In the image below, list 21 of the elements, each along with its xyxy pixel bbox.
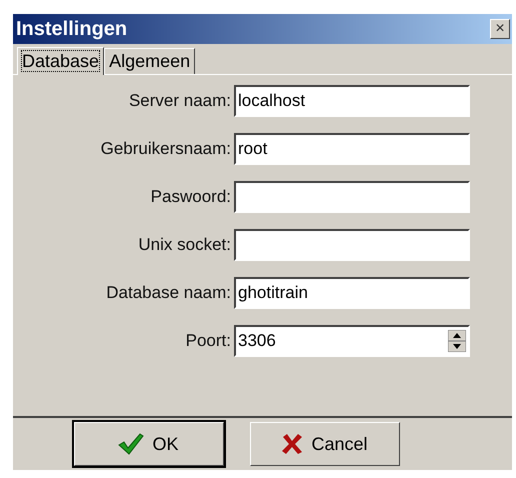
- window-title: Instellingen: [16, 18, 128, 40]
- spin-field[interactable]: 3306: [234, 325, 470, 357]
- checkmark-icon: [118, 433, 144, 455]
- input-field[interactable]: localhost: [234, 85, 470, 117]
- input-field[interactable]: ghotitrain: [234, 277, 470, 309]
- input-field[interactable]: [234, 181, 470, 213]
- tab[interactable]: Database: [17, 47, 104, 75]
- cancel-button[interactable]: Cancel: [250, 422, 400, 466]
- ok-button[interactable]: OK: [74, 422, 224, 466]
- x-icon: [281, 433, 304, 455]
- field-label: Unix socket:: [137, 235, 232, 255]
- close-button[interactable]: ×: [490, 19, 510, 39]
- input-field[interactable]: root: [234, 133, 470, 165]
- field-label: Paswoord:: [150, 187, 232, 207]
- field-label: Database naam:: [105, 283, 232, 303]
- field-label: Server naam:: [128, 91, 232, 111]
- spin-arrows-icon[interactable]: [448, 330, 466, 352]
- input-field[interactable]: [234, 229, 470, 261]
- field-label: Poort:: [184, 331, 232, 351]
- field-label: Gebruikersnaam:: [100, 139, 232, 159]
- tab[interactable]: Algemeen: [104, 48, 196, 74]
